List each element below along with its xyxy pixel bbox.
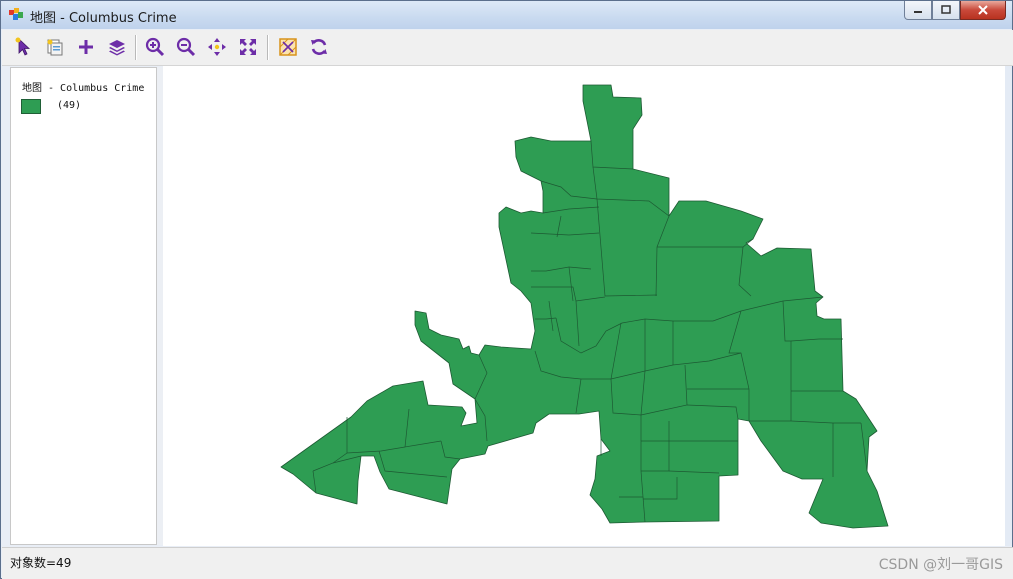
app-window: 地图 - Columbus Crime 地图 - Columbus Crime … — [0, 0, 1013, 579]
close-button[interactable] — [960, 1, 1006, 20]
status-object-count: 对象数=49 — [10, 556, 72, 570]
minimize-icon — [914, 11, 922, 13]
maximize-icon — [941, 5, 951, 14]
clear-selection-button[interactable] — [276, 35, 300, 59]
app-icon — [9, 8, 23, 20]
legend-panel: 地图 - Columbus Crime (49) — [10, 67, 157, 545]
toolbar-separator — [267, 35, 269, 60]
columbus-neighborhoods-layer — [280, 84, 889, 529]
map-outline — [280, 84, 889, 529]
identify-icon — [47, 39, 63, 56]
pan-button[interactable] — [205, 35, 229, 59]
toolbar — [2, 30, 1013, 66]
maximize-button[interactable] — [932, 1, 960, 20]
legend-layer-title: 地图 - Columbus Crime — [22, 83, 145, 94]
layers-button[interactable] — [105, 35, 129, 59]
pan-icon — [208, 38, 226, 56]
zoom-in-button[interactable] — [143, 35, 167, 59]
add-layer-button[interactable] — [74, 35, 98, 59]
watermark-text: CSDN @刘一哥GIS — [878, 557, 1003, 573]
full-extent-button[interactable] — [236, 35, 260, 59]
refresh-button[interactable] — [307, 35, 331, 59]
title-bar[interactable]: 地图 - Columbus Crime — [1, 1, 1012, 29]
plus-icon — [79, 40, 93, 54]
minimize-button[interactable] — [904, 1, 932, 20]
pointer-icon — [15, 37, 31, 56]
identify-tool-button[interactable] — [43, 35, 67, 59]
map-right-border — [1005, 66, 1012, 546]
window-title: 地图 - Columbus Crime — [30, 11, 177, 26]
zoom-out-icon — [176, 37, 196, 57]
zoom-out-button[interactable] — [174, 35, 198, 59]
legend-feature-count: (49) — [57, 100, 82, 111]
close-icon — [978, 5, 988, 15]
map-view[interactable] — [163, 66, 1005, 546]
full-extent-icon — [240, 39, 256, 55]
status-bar: 对象数=49 CSDN @刘一哥GIS — [2, 547, 1013, 579]
select-tool-button[interactable] — [12, 35, 36, 59]
map-canvas[interactable] — [163, 66, 1005, 546]
toolbar-separator — [135, 35, 137, 60]
clear-selection-icon — [279, 38, 297, 56]
window-controls — [904, 1, 1006, 20]
zoom-in-icon — [145, 37, 165, 57]
layers-icon — [109, 40, 125, 56]
legend-swatch — [21, 99, 41, 114]
refresh-icon — [311, 39, 327, 55]
